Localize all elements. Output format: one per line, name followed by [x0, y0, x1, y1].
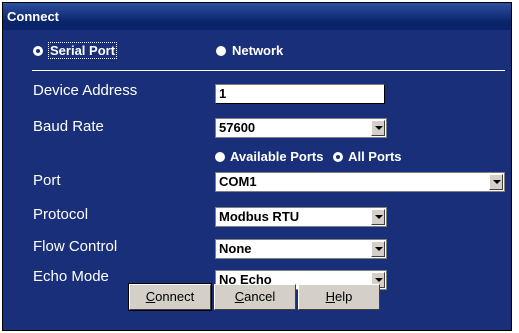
- baud-rate-label: Baud Rate: [33, 118, 104, 135]
- network-radio[interactable]: Network: [216, 43, 283, 58]
- connect-button-label-post: onnect: [155, 289, 195, 304]
- available-ports-radio[interactable]: Available Ports: [215, 149, 323, 164]
- ports-filter-group: Available Ports All Ports: [215, 149, 408, 164]
- flow-control-value: None: [219, 241, 252, 256]
- serial-port-label: Serial Port: [47, 42, 118, 59]
- serial-port-radio[interactable]: Serial Port: [33, 42, 118, 59]
- help-button-accel: H: [325, 289, 336, 304]
- cancel-button-label-post: ancel: [244, 289, 276, 304]
- chevron-down-icon[interactable]: [371, 241, 385, 257]
- divider: [32, 70, 505, 71]
- window-title: Connect: [7, 9, 59, 24]
- baud-rate-select[interactable]: 57600: [215, 118, 387, 138]
- connect-dialog: Connect Serial Port Network Device Addre…: [2, 2, 512, 331]
- title-bar: Connect: [3, 3, 511, 30]
- all-ports-label: All Ports: [348, 149, 402, 164]
- echo-mode-label: Echo Mode: [33, 268, 109, 285]
- all-ports-radio[interactable]: All Ports: [333, 149, 402, 164]
- chevron-down-icon[interactable]: [371, 120, 385, 136]
- protocol-select[interactable]: Modbus RTU: [215, 207, 387, 227]
- network-label: Network: [232, 43, 284, 58]
- device-address-input[interactable]: 1: [215, 84, 385, 104]
- connect-button[interactable]: Connect: [128, 283, 212, 311]
- port-value: COM1: [219, 174, 257, 189]
- chevron-down-icon[interactable]: [371, 209, 385, 225]
- radio-unselected-icon: [216, 46, 226, 56]
- port-label: Port: [33, 172, 61, 189]
- baud-rate-value: 57600: [219, 120, 256, 135]
- flow-control-label: Flow Control: [33, 238, 118, 255]
- radio-selected-icon: [33, 46, 43, 56]
- port-select[interactable]: COM1: [215, 172, 505, 192]
- help-button-label-post: elp: [335, 289, 353, 304]
- radio-selected-icon: [333, 152, 344, 162]
- radio-unselected-icon: [215, 152, 225, 162]
- help-button[interactable]: Help: [298, 284, 380, 310]
- chevron-down-icon[interactable]: [489, 174, 503, 190]
- protocol-value: Modbus RTU: [219, 209, 300, 224]
- protocol-label: Protocol: [33, 206, 89, 223]
- cancel-button[interactable]: Cancel: [214, 284, 296, 310]
- connect-button-accel: C: [145, 289, 156, 304]
- flow-control-select[interactable]: None: [215, 239, 387, 259]
- device-address-label: Device Address: [33, 82, 138, 99]
- cancel-button-accel: C: [234, 289, 245, 304]
- available-ports-label: Available Ports: [230, 149, 324, 164]
